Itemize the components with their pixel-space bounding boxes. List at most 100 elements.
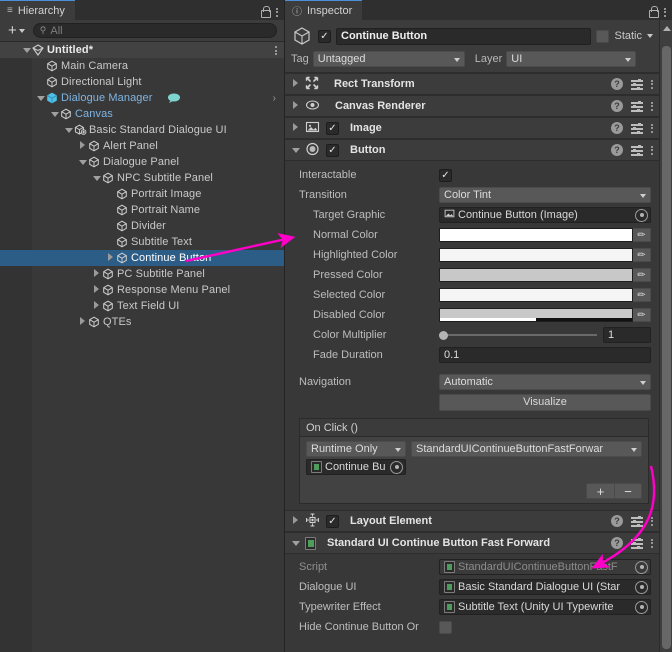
object-picker-icon[interactable] [635,600,648,614]
slider-knob[interactable] [439,330,448,340]
fade-duration-input[interactable]: 0.1 [439,347,651,363]
search-input[interactable]: ⚲ All [32,23,277,38]
disabled-color-swatch[interactable] [439,308,633,322]
hierarchy-item-pc-subtitle-panel[interactable]: PC Subtitle Panel [0,266,284,282]
component-kebab-menu-icon[interactable] [651,516,653,526]
tag-dropdown[interactable]: Untagged [312,51,465,67]
interactable-checkbox[interactable]: ✓ [439,168,452,182]
hierarchy-item-qtes[interactable]: QTEs [0,314,284,330]
add-gameobject-button[interactable]: + [5,23,28,38]
preset-icon[interactable] [631,515,643,527]
help-icon[interactable]: ? [611,122,623,134]
target-graphic-field[interactable]: Continue Button (Image) [439,207,651,223]
expand-arrow[interactable] [92,172,101,184]
preset-icon[interactable] [631,144,643,156]
dialogue-ui-field[interactable]: Basic Standard Dialogue UI (Star [439,579,651,595]
component-header-button[interactable]: ✓ Button ? [285,139,659,161]
color-multiplier-input[interactable]: 1 [603,327,651,343]
expand-arrow[interactable] [64,124,73,136]
scene-kebab-menu-icon[interactable] [275,46,277,55]
selected-color-swatch[interactable] [439,288,633,302]
expand-arrow[interactable] [50,108,59,120]
inspector-lock-icon[interactable] [648,6,659,18]
button-enabled-checkbox[interactable]: ✓ [326,143,339,157]
eyedropper-icon[interactable]: ✏ [633,268,651,282]
expand-arrow[interactable] [92,268,101,280]
help-icon[interactable]: ? [611,78,623,90]
eyedropper-icon[interactable]: ✏ [633,228,651,242]
hierarchy-item-canvas[interactable]: Canvas [0,106,284,122]
hierarchy-item-dialogue-manager[interactable]: Dialogue Manager › [0,90,284,106]
hierarchy-tree[interactable]: Untitled* Main Camera Directional Light Di… [0,42,284,652]
kebab-menu-icon[interactable] [276,7,278,17]
component-kebab-menu-icon[interactable] [651,101,653,111]
visualize-button[interactable]: Visualize [439,393,651,411]
image-enabled-checkbox[interactable]: ✓ [326,121,339,135]
component-header-image[interactable]: ✓ Image ? [285,117,659,139]
component-header-layout-element[interactable]: ✓ Layout Element ? [285,510,659,532]
eyedropper-icon[interactable]: ✏ [633,248,651,262]
highlighted-color-swatch[interactable] [439,248,633,262]
help-icon[interactable]: ? [611,537,623,549]
lock-icon[interactable] [260,6,271,18]
hierarchy-item-basic-standard-dialogue-ui[interactable]: Basic Standard Dialogue UI [0,122,284,138]
gameobject-name-input[interactable]: Continue Button [336,27,592,45]
hierarchy-item-portrait-image[interactable]: Portrait Image [0,186,284,202]
scene-expand-arrow[interactable] [22,44,31,56]
layer-dropdown[interactable]: UI [506,51,637,67]
component-kebab-menu-icon[interactable] [651,79,653,89]
scroll-up-arrow-icon[interactable] [663,26,671,31]
hierarchy-item-directional-light[interactable]: Directional Light [0,74,284,90]
hierarchy-item-dialogue-panel[interactable]: Dialogue Panel [0,154,284,170]
expand-arrow[interactable] [36,92,45,104]
open-prefab-chevron-right-icon[interactable]: › [273,93,276,104]
object-picker-icon[interactable] [635,580,648,594]
expand-arrow[interactable] [92,284,101,296]
hierarchy-item-subtitle-text[interactable]: Subtitle Text [0,234,284,250]
image-expand-arrow[interactable] [291,122,300,134]
pressed-color-swatch[interactable] [439,268,633,282]
preset-icon[interactable] [631,537,643,549]
static-checkbox[interactable]: ✓ [596,29,610,43]
remove-event-button[interactable]: − [614,483,642,499]
hierarchy-item-npc-subtitle-panel[interactable]: NPC Subtitle Panel [0,170,284,186]
hierarchy-item-response-menu-panel[interactable]: Response Menu Panel [0,282,284,298]
scrollbar-thumb[interactable] [662,46,671,649]
inspector-kebab-menu-icon[interactable] [664,7,666,17]
transition-dropdown[interactable]: Color Tint [439,187,651,203]
help-icon[interactable]: ? [611,100,623,112]
component-kebab-menu-icon[interactable] [651,145,653,155]
color-multiplier-slider[interactable] [439,328,597,342]
hierarchy-item-text-field-ui[interactable]: Text Field UI [0,298,284,314]
fast-forward-expand-arrow[interactable] [291,537,300,549]
expand-arrow[interactable] [92,300,101,312]
eyedropper-icon[interactable]: ✏ [633,308,651,322]
eyedropper-icon[interactable]: ✏ [633,288,651,302]
component-header-rect-transform[interactable]: Rect Transform ? [285,73,659,95]
rect-transform-expand-arrow[interactable] [291,78,300,90]
inspector-scrollbar[interactable] [659,20,672,652]
hierarchy-item-divider[interactable]: Divider [0,218,284,234]
gameobject-enabled-checkbox[interactable]: ✓ [318,29,331,43]
layout-element-expand-arrow[interactable] [291,515,300,527]
expand-arrow[interactable] [106,252,115,264]
add-event-button[interactable]: + [586,483,614,499]
hierarchy-item-alert-panel[interactable]: Alert Panel [0,138,284,154]
preset-icon[interactable] [631,122,643,134]
typewriter-effect-field[interactable]: Subtitle Text (Unity UI Typewrite [439,599,651,615]
component-header-canvas-renderer[interactable]: Canvas Renderer ? [285,95,659,117]
help-icon[interactable]: ? [611,515,623,527]
preset-icon[interactable] [631,100,643,112]
script-field[interactable]: StandardUIContinueButtonFastF [439,559,651,575]
component-kebab-menu-icon[interactable] [651,123,653,133]
expand-arrow[interactable] [78,316,87,328]
layout-element-enabled-checkbox[interactable]: ✓ [326,514,339,528]
on-click-object-field[interactable]: Continue Bu [306,459,406,475]
hierarchy-item-main-camera[interactable]: Main Camera [0,58,284,74]
component-kebab-menu-icon[interactable] [651,538,653,548]
button-expand-arrow[interactable] [291,144,300,156]
scene-row[interactable]: Untitled* [0,42,284,58]
object-picker-icon[interactable] [635,560,648,574]
preset-icon[interactable] [631,78,643,90]
object-picker-icon[interactable] [390,460,403,474]
